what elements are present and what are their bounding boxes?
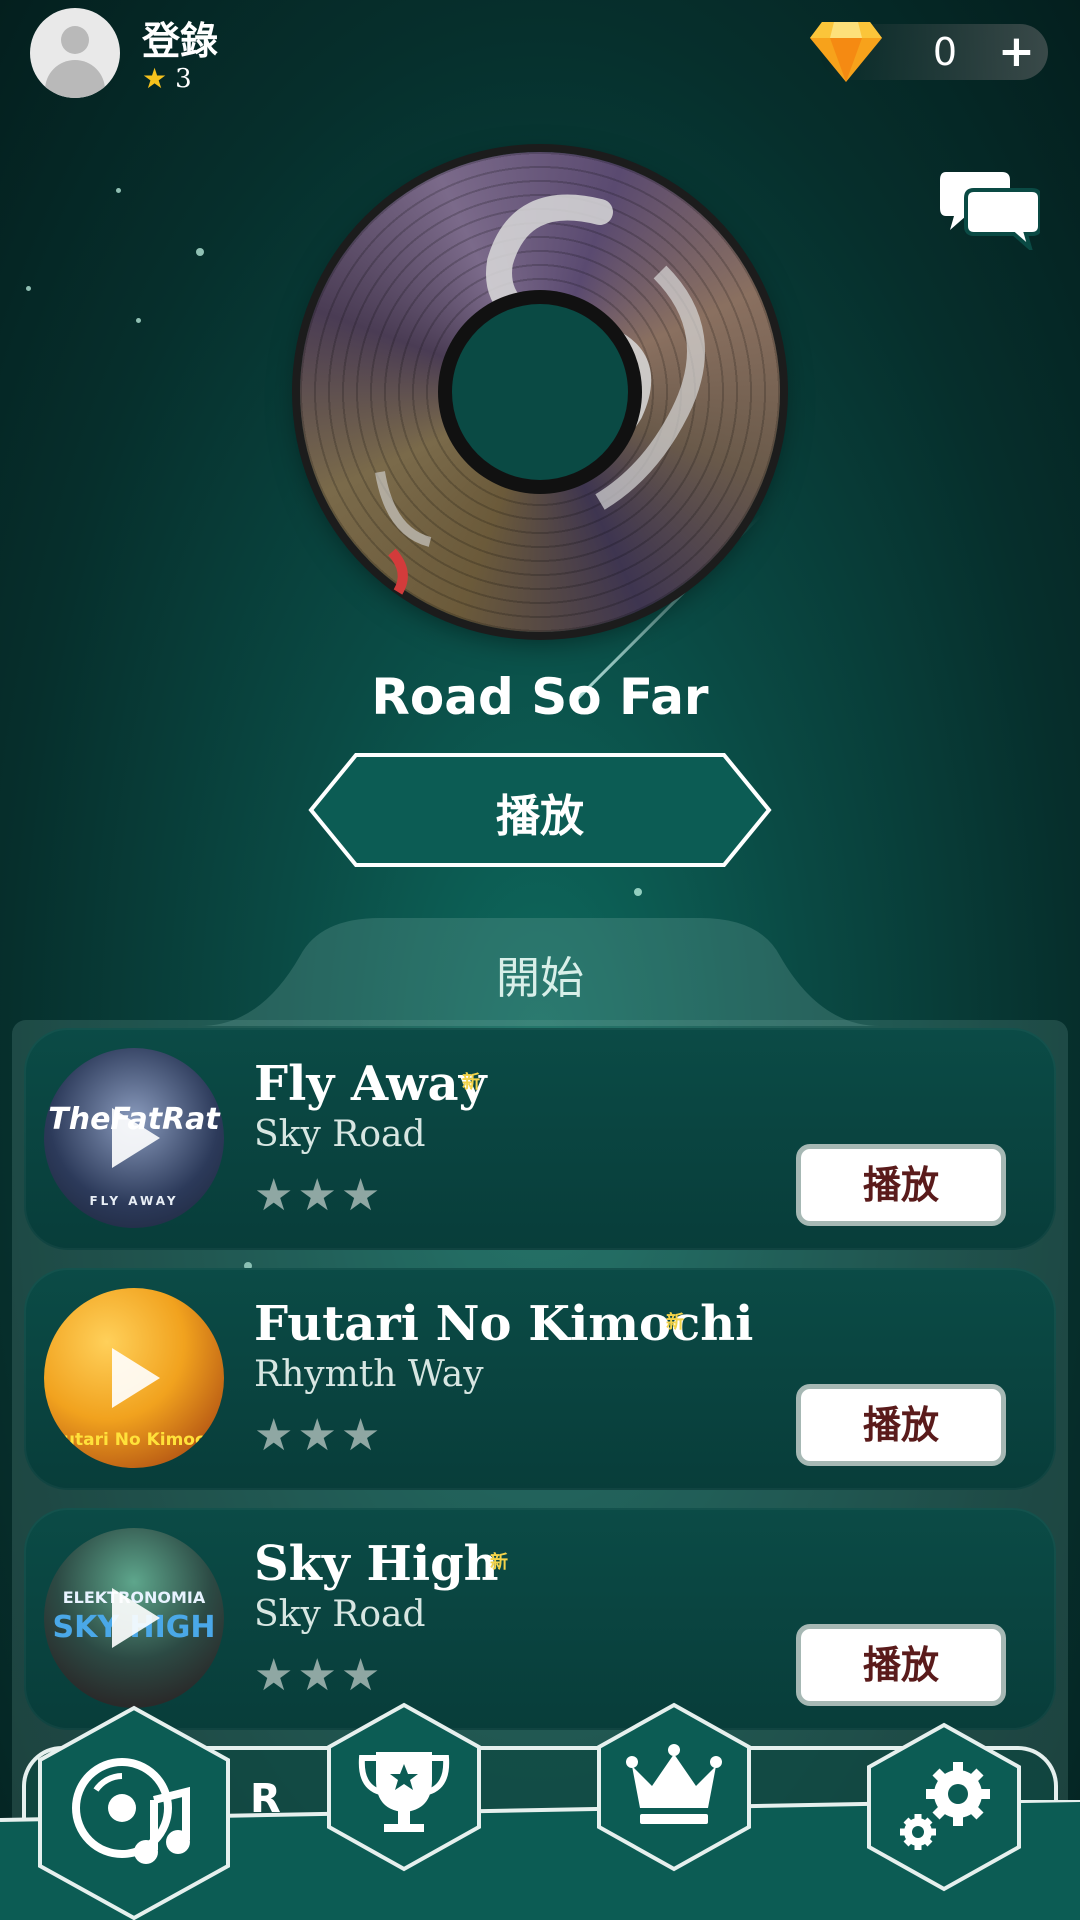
cover-subtext: FLY AWAY: [89, 1194, 179, 1208]
song-card[interactable]: utari No Kimoc Futari No Kimochi 新 Rhymt…: [24, 1268, 1056, 1490]
star-count: ★ 3: [142, 62, 192, 95]
song-play-button[interactable]: 播放: [796, 1384, 1006, 1466]
star-dot: [136, 318, 141, 323]
star-dot: [26, 286, 31, 291]
song-artist: Rhymth Way: [254, 1354, 484, 1395]
avatar[interactable]: [30, 8, 120, 98]
song-rating-stars: ★★★: [254, 1170, 385, 1221]
play-preview-icon[interactable]: [112, 1348, 160, 1408]
star-dot: [196, 248, 204, 256]
song-cover[interactable]: TheFatRat FLY AWAY: [44, 1048, 224, 1228]
nav-trophy-tab[interactable]: [326, 1702, 482, 1872]
star-dot: [116, 188, 121, 193]
new-badge: 新: [666, 1312, 684, 1333]
cover-text: utari No Kimoc: [62, 1430, 206, 1450]
song-cover[interactable]: utari No Kimoc: [44, 1288, 224, 1468]
featured-song-title: Road So Far: [371, 668, 709, 726]
record-center-hole: [452, 304, 628, 480]
song-rating-stars: ★★★: [254, 1650, 385, 1701]
start-tab-label[interactable]: 開始: [0, 942, 1080, 1006]
add-gems-button[interactable]: +: [998, 26, 1035, 77]
song-cover[interactable]: ELEKTRONOMIA SKY HIGH: [44, 1528, 224, 1708]
nav-settings-tab[interactable]: [866, 1722, 1022, 1892]
new-badge: 新: [490, 1552, 508, 1573]
new-badge: 新: [462, 1072, 480, 1093]
song-card[interactable]: ELEKTRONOMIA SKY HIGH Sky High 新 Sky Roa…: [24, 1508, 1056, 1730]
song-card[interactable]: TheFatRat FLY AWAY Fly Away 新 Sky Road ★…: [24, 1028, 1056, 1250]
star-icon: ★: [142, 62, 168, 95]
song-play-button[interactable]: 播放: [796, 1144, 1006, 1226]
nav-leaderboard-tab[interactable]: [596, 1702, 752, 1872]
star-count-value: 3: [175, 63, 192, 94]
star-dot: [634, 888, 642, 896]
song-artist: Sky Road: [254, 1594, 426, 1635]
featured-play-label[interactable]: 播放: [308, 780, 772, 844]
diamond-icon: [810, 22, 882, 82]
song-artist: Sky Road: [254, 1114, 426, 1155]
song-title: Fly Away: [254, 1056, 487, 1112]
play-preview-icon[interactable]: [112, 1588, 160, 1648]
nav-music-tab[interactable]: [36, 1704, 232, 1920]
song-title: Sky High: [254, 1536, 499, 1592]
song-rating-stars: ★★★: [254, 1410, 385, 1461]
login-label[interactable]: 登錄: [142, 10, 218, 65]
play-preview-icon[interactable]: [112, 1108, 160, 1168]
gem-value: 0: [932, 30, 958, 74]
chat-icon[interactable]: [940, 168, 1040, 250]
song-play-button[interactable]: 播放: [796, 1624, 1006, 1706]
